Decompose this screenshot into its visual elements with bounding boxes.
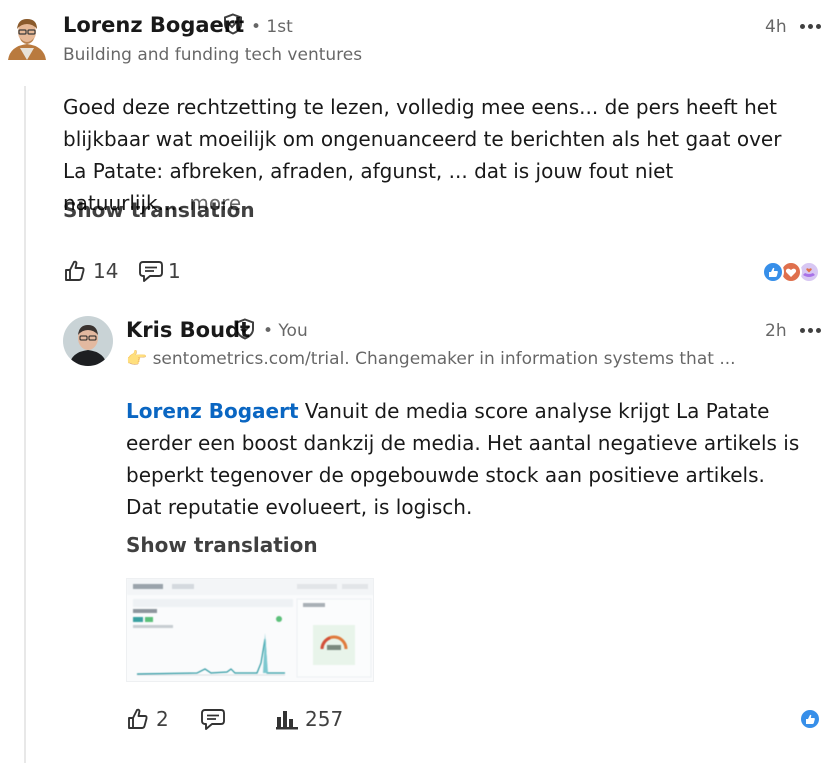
verified-badge-icon xyxy=(236,318,254,340)
comment-reply-button[interactable]: 1 xyxy=(138,259,181,283)
reply-body: Lorenz Bogaert Vanuit de media score ana… xyxy=(126,395,806,523)
comment-headline: Building and funding tech ventures xyxy=(63,45,363,65)
reply-headline: 👉 sentometrics.com/trial. Changemaker in… xyxy=(126,349,736,369)
comment-author-name[interactable]: Lorenz Bogaert xyxy=(63,13,244,37)
reply-comment-button[interactable] xyxy=(200,707,226,731)
analytics-bar-chart-icon xyxy=(276,711,298,730)
like-reaction-icon xyxy=(762,261,784,283)
comment-show-translation[interactable]: Show translation xyxy=(63,198,255,222)
reply-reactions[interactable] xyxy=(799,708,823,730)
reply-impressions-count: 257 xyxy=(305,707,344,731)
comment-reply-count: 1 xyxy=(168,259,181,283)
comment-reactions[interactable] xyxy=(762,261,824,283)
comment-like-button[interactable]: 14 xyxy=(63,259,118,283)
reply-timestamp: 2h xyxy=(765,321,787,341)
comment-timestamp: 4h xyxy=(765,17,787,37)
reply-show-translation[interactable]: Show translation xyxy=(126,533,318,557)
avatar-lorenz[interactable] xyxy=(6,12,48,60)
avatar-kris-icon xyxy=(63,316,113,366)
reply-headline-text: sentometrics.com/trial. Changemaker in i… xyxy=(152,349,736,369)
avatar-lorenz-icon xyxy=(6,12,48,60)
reply-more-options-icon[interactable] xyxy=(800,328,822,334)
reply-comment-icon xyxy=(201,709,225,730)
reply-like-count: 2 xyxy=(156,707,169,731)
comment-more-options-icon[interactable] xyxy=(800,24,822,30)
reply-image-attachment[interactable] xyxy=(126,578,374,682)
mention-link[interactable]: Lorenz Bogaert xyxy=(126,399,299,423)
reply-like-button[interactable]: 2 xyxy=(126,707,169,731)
comment-like-count: 14 xyxy=(93,259,119,283)
pointing-hand-icon: 👉 xyxy=(126,349,148,369)
dashboard-screenshot-image xyxy=(127,579,373,678)
avatar-kris[interactable] xyxy=(63,316,113,366)
reply-author-name[interactable]: Kris Boudt xyxy=(126,318,250,342)
reply-impressions-button[interactable]: 257 xyxy=(275,707,343,731)
comment-degree: • 1st xyxy=(251,17,293,37)
like-reaction-icon xyxy=(799,708,821,730)
thread-line xyxy=(24,86,26,763)
like-thumb-icon xyxy=(65,260,85,281)
reply-comment-icon xyxy=(139,261,163,282)
reply-degree: • You xyxy=(263,321,308,341)
comment-text: Goed deze rechtzetting te lezen, volledi… xyxy=(63,95,782,215)
like-thumb-icon xyxy=(128,708,148,729)
verified-badge-icon xyxy=(224,13,242,35)
